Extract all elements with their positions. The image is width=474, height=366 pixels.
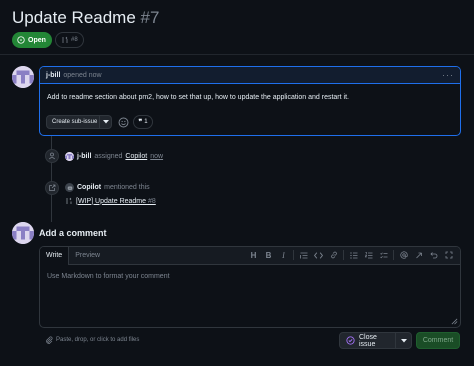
attach-files-hint[interactable]: Paste, drop, or click to add files <box>45 336 139 344</box>
reaction-count: 1 <box>144 119 148 125</box>
close-issue-button[interactable]: Close issue <box>339 332 412 349</box>
person-icon <box>45 149 59 163</box>
italic-icon[interactable]: I <box>276 248 291 262</box>
avatar[interactable] <box>12 66 34 88</box>
comment-meta: opened now <box>63 71 102 79</box>
kebab-menu-icon[interactable]: ··· <box>442 70 454 80</box>
formatting-toolbar: H B I <box>246 247 460 264</box>
linked-pull-request[interactable]: [WIP] Update Readme #8 <box>65 197 156 205</box>
chevron-down-icon[interactable] <box>99 116 111 128</box>
event-time[interactable]: now <box>150 153 163 160</box>
close-issue-label: Close issue <box>359 333 377 348</box>
quote-icon[interactable] <box>296 248 311 262</box>
toolbar-divider <box>343 250 344 260</box>
close-issue-main[interactable]: Close issue <box>340 334 395 348</box>
smiley-icon <box>118 117 129 128</box>
bold-icon[interactable]: B <box>261 248 276 262</box>
timeline-mentioned-event: Copilot mentioned this <box>65 183 150 192</box>
comment-button[interactable]: Comment <box>416 332 460 349</box>
create-sub-issue-label: Create sub-issue <box>52 119 98 125</box>
attach-files-label: Paste, drop, or click to add files <box>56 337 140 343</box>
pull-request-draft-icon <box>65 197 73 205</box>
copilot-icon[interactable] <box>65 183 74 192</box>
comment-header: j-bill opened now ··· <box>40 67 460 84</box>
issue-open-icon <box>17 36 25 44</box>
page-title: Update Readme #7 <box>12 8 159 28</box>
linked-pr-count: #8 <box>71 37 78 43</box>
reaction-button[interactable]: ❞ 1 <box>133 115 153 129</box>
status-label: Open <box>28 36 46 44</box>
ordered-list-icon[interactable] <box>361 248 376 262</box>
reference-icon[interactable] <box>411 248 426 262</box>
undo-icon[interactable] <box>426 248 441 262</box>
resize-grip-icon[interactable] <box>451 318 458 325</box>
issue-number: #7 <box>140 8 160 27</box>
link-icon[interactable] <box>326 248 341 262</box>
chevron-down-icon[interactable] <box>395 333 411 348</box>
create-sub-issue-button[interactable]: Create sub-issue <box>46 115 112 129</box>
pull-request-icon <box>61 36 69 44</box>
unordered-list-icon[interactable] <box>346 248 361 262</box>
assignee-link[interactable]: Copilot <box>125 153 147 160</box>
comment-body: Add to readme section about pm2, how to … <box>47 94 349 101</box>
header-divider <box>0 54 474 55</box>
event-actor[interactable]: Copilot <box>77 184 101 191</box>
comment-textarea[interactable]: Use Markdown to format your comment <box>40 265 460 288</box>
toolbar-divider <box>393 250 394 260</box>
issue-closed-icon <box>346 336 355 345</box>
tab-preview[interactable]: Preview <box>69 247 106 264</box>
pr-title-link[interactable]: [WIP] Update Readme #8 <box>76 198 156 205</box>
issue-title: Update Readme <box>12 8 136 27</box>
toolbar-divider <box>293 250 294 260</box>
comment-author[interactable]: j-bill <box>46 72 60 79</box>
add-comment-heading: Add a comment <box>39 228 107 238</box>
paperclip-icon <box>45 336 53 344</box>
task-list-icon[interactable] <box>376 248 391 262</box>
quote-icon: ❞ <box>138 119 143 126</box>
event-verb: assigned <box>94 153 123 160</box>
add-reaction-button[interactable] <box>117 115 129 129</box>
status-badge: Open <box>12 32 52 48</box>
timeline-assigned-event: j-bill assigned Copilot now <box>65 152 163 161</box>
avatar[interactable] <box>12 222 34 244</box>
cross-reference-icon <box>45 181 59 195</box>
avatar[interactable] <box>65 152 74 161</box>
code-icon[interactable] <box>311 248 326 262</box>
event-actor[interactable]: j-bill <box>77 153 91 160</box>
editor-tabs: Write Preview H B I <box>40 247 460 265</box>
fullscreen-icon[interactable] <box>441 248 456 262</box>
comment-editor: Write Preview H B I Use Markdown to form… <box>39 246 461 328</box>
linked-pr-badge[interactable]: #8 <box>55 32 84 48</box>
mention-icon[interactable] <box>396 248 411 262</box>
heading-icon[interactable]: H <box>246 248 261 262</box>
tab-write[interactable]: Write <box>40 247 70 265</box>
event-verb: mentioned this <box>104 184 150 191</box>
